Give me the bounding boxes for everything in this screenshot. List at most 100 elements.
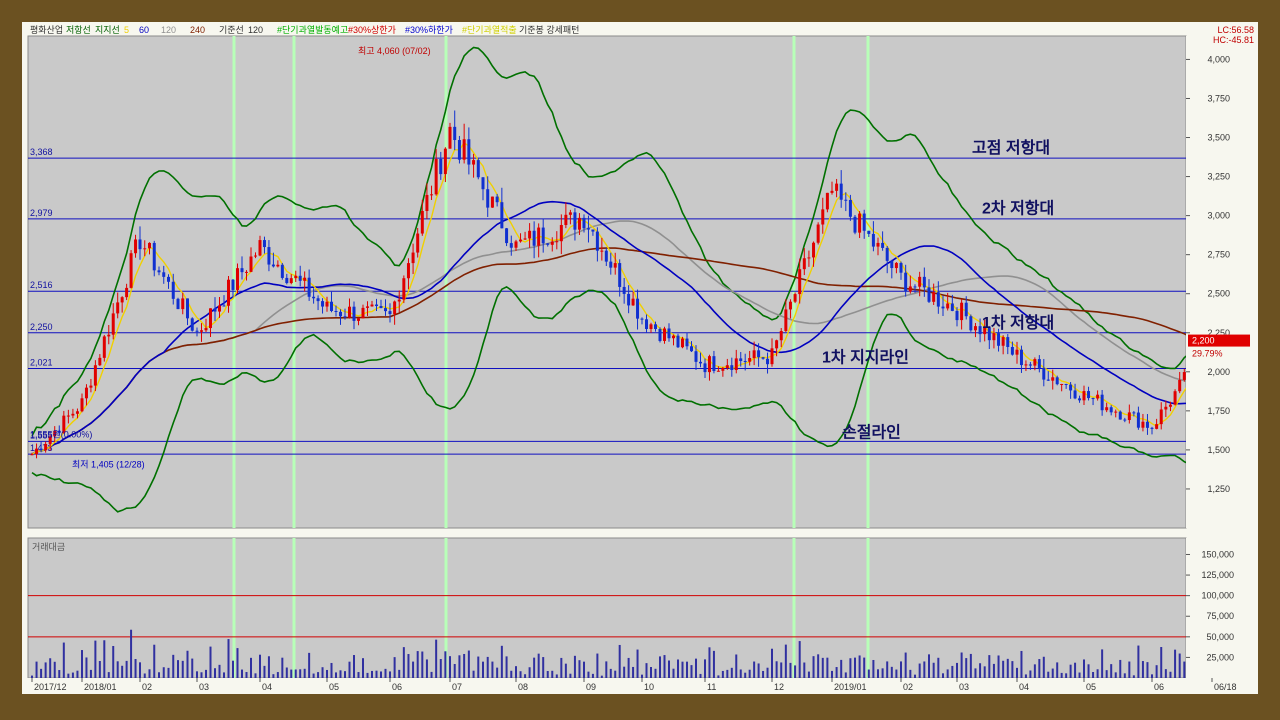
- volume-bar: [784, 644, 787, 678]
- volume-bar: [951, 665, 954, 678]
- volume-bar: [1083, 659, 1085, 678]
- candle-body: [388, 311, 392, 315]
- volume-bar: [1164, 669, 1167, 678]
- candle-body: [39, 448, 43, 451]
- volume-bar: [1174, 649, 1177, 678]
- candle-body: [434, 158, 438, 195]
- candle-body: [1042, 367, 1046, 380]
- legend-bar: [22, 22, 1258, 36]
- candle-body: [245, 271, 248, 273]
- candle-body: [532, 230, 536, 246]
- volume-bar: [641, 674, 643, 678]
- candle-body: [307, 277, 311, 297]
- volume-bar: [744, 672, 747, 678]
- candle-body: [766, 358, 770, 365]
- volume-bar: [690, 665, 693, 678]
- candle-body: [922, 276, 926, 288]
- legend-item: #30%하한가: [405, 25, 453, 35]
- volume-bar: [439, 659, 442, 678]
- volume-bar: [1051, 668, 1054, 678]
- candle-body: [1136, 412, 1140, 428]
- level-label: 2,250: [30, 322, 53, 332]
- candle-body: [411, 252, 415, 264]
- volume-bar: [1047, 671, 1050, 678]
- candle-body: [694, 351, 698, 362]
- volume-bar: [353, 655, 355, 678]
- volume-bar: [890, 666, 893, 678]
- volume-bar: [107, 672, 110, 678]
- volume-bar: [863, 657, 866, 678]
- volume-bar: [654, 668, 657, 678]
- candle-body: [406, 263, 410, 279]
- volume-bar: [1033, 664, 1036, 678]
- candle-body: [366, 306, 369, 308]
- volume-bar: [672, 668, 675, 678]
- volume-bar: [623, 666, 626, 678]
- level-label: 2,021: [30, 358, 53, 368]
- volume-bar: [780, 662, 783, 678]
- volume-bar: [371, 670, 373, 678]
- volume-bar: [130, 629, 133, 678]
- candle-body: [541, 227, 545, 244]
- candle-body: [107, 334, 111, 337]
- candle-body: [568, 212, 572, 215]
- candle-body: [1096, 394, 1100, 399]
- candle-body: [890, 260, 894, 269]
- volume-bar: [904, 652, 907, 678]
- volume-bar: [186, 650, 189, 678]
- volume-bar: [821, 657, 824, 678]
- volume-bar: [1016, 667, 1018, 678]
- candle-body: [44, 443, 48, 451]
- candle-body: [1155, 424, 1159, 429]
- volume-tick-label: 150,000: [1201, 549, 1234, 559]
- candle-body: [316, 298, 320, 302]
- candle-body: [519, 239, 523, 242]
- candle-body: [964, 302, 968, 317]
- volume-bar: [158, 672, 160, 678]
- volume-bar: [416, 651, 419, 678]
- candle-body: [495, 196, 499, 203]
- candle-body: [812, 242, 816, 258]
- volume-bar: [463, 653, 466, 678]
- volume-bar: [1146, 662, 1149, 678]
- candle-body: [334, 310, 338, 312]
- candle-body: [240, 268, 244, 273]
- volume-bar: [515, 666, 517, 678]
- candle-body: [204, 328, 208, 331]
- y-tick-label: 3,500: [1207, 133, 1230, 143]
- volume-bar: [668, 660, 670, 678]
- volume-bar: [81, 650, 83, 678]
- volume-bar: [844, 672, 847, 678]
- volume-bar: [533, 657, 536, 678]
- candle-body: [1055, 377, 1059, 385]
- volume-bar: [375, 670, 378, 678]
- outer-frame: 3,3682,9792,5162,2502,0211,5551,473 1,25…: [0, 0, 1280, 720]
- candle-body: [676, 335, 680, 348]
- volume-bar: [735, 654, 738, 678]
- candle-body: [1182, 372, 1186, 380]
- candle-body: [294, 275, 298, 279]
- candle-body: [262, 240, 266, 248]
- volume-bar: [1141, 661, 1144, 678]
- volume-bar: [578, 660, 581, 678]
- candle-body: [1178, 379, 1182, 392]
- low-price-label: 최저 1,405 (12/28): [72, 460, 145, 470]
- candle-body: [129, 253, 133, 288]
- candle-body: [393, 301, 397, 315]
- candle-body: [298, 275, 302, 281]
- legend-item: 기준선: [219, 25, 244, 35]
- candle-body: [899, 262, 903, 273]
- volume-bar: [1105, 670, 1108, 678]
- candle-body: [600, 250, 604, 252]
- x-tick-label: 04: [1019, 682, 1029, 692]
- y-tick-label: 4,000: [1207, 54, 1230, 64]
- volume-bar: [528, 667, 531, 678]
- y-tick-label: 1,500: [1207, 445, 1230, 455]
- volume-bar: [614, 670, 617, 678]
- legend-item: 저항선: [66, 25, 91, 35]
- candle-body: [779, 330, 783, 341]
- volume-bar: [67, 673, 70, 678]
- top-right-label: HC:-45.81: [1213, 35, 1254, 45]
- annotation-label: 손절라인: [842, 422, 901, 441]
- volume-bar: [564, 663, 567, 678]
